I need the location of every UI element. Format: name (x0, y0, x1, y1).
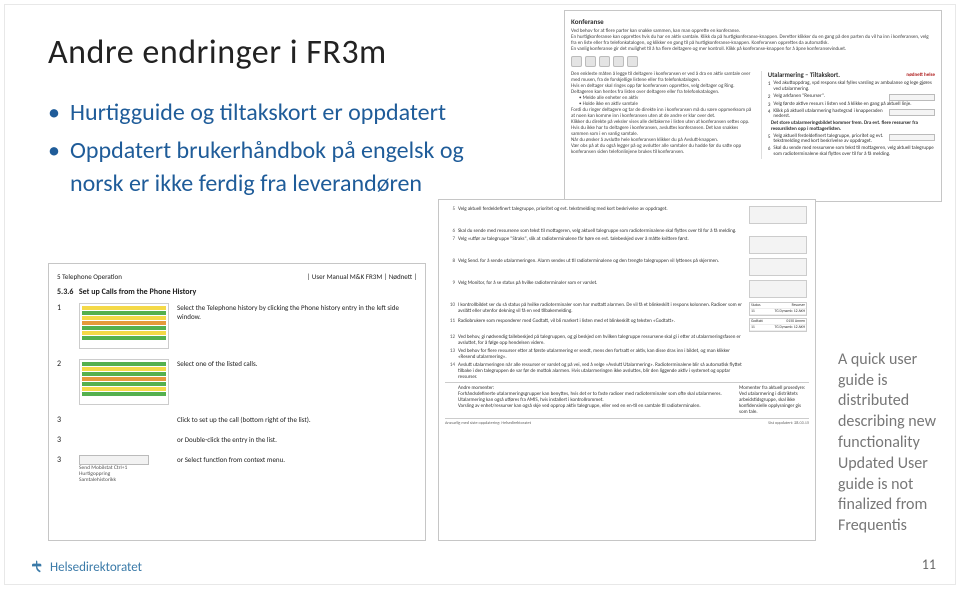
step-text: Velg Monitor, for å se status på hvilke … (458, 280, 746, 286)
step-num: 1 (768, 81, 771, 87)
step-text: Velg Send. for å sende utalarmeringen. A… (458, 258, 746, 264)
step-text: I kontrollbildet ser du så status på hvi… (458, 302, 746, 314)
step-text: Velg «utfør av talegruppe "Straks", slik… (458, 236, 746, 242)
step-text: Ved akuttoppdrag, vpd respons skal fylle… (773, 81, 935, 93)
status-table: StatusResurser11TG Dynamic 12 AKH (749, 302, 807, 316)
step-text: Skal du sende med ressursene som tekst t… (773, 146, 935, 158)
mini-ui-box (749, 280, 807, 298)
doc-a-right-col: Utalarmering – Tiltakskort. nødnett hels… (761, 71, 935, 159)
mini-ui-box (889, 134, 935, 141)
manual-step-num: 3 (57, 415, 71, 425)
bullet-2: Oppdatert brukerhåndbok på engelsk og no… (48, 135, 468, 200)
doc-a-left-step-1: En hurtigkonferanse kan opprettes hvis d… (571, 34, 935, 46)
toolbar-icon (613, 56, 624, 67)
manual-step-num: 1 (57, 303, 71, 313)
mini-ui-box (889, 94, 935, 101)
step-text: Det store utalarmeringsbildet kommer fre… (771, 121, 935, 133)
step-text: Velg arkfanen "Resurser". (773, 94, 886, 100)
step-num: 12 (445, 334, 455, 340)
context-menu-icon (79, 455, 149, 465)
toolbar-icon (627, 56, 638, 67)
step-text: Avslutt utalarmeringen når alle ressurse… (458, 362, 746, 380)
step-text: Velg aktuell ferdeldefinert talegruppe, … (773, 134, 886, 146)
step-num: 10 (445, 302, 455, 308)
caption-line-2: Updated User guide is not finalized from… (838, 454, 942, 537)
manual-step-text: Select the Telephone history by clicking… (177, 303, 417, 321)
doc-a-left-p: Vær obs på at du også legger på og avslu… (571, 143, 755, 155)
nodnett-logo: nødnett helse (906, 72, 935, 78)
manual-step-text: or Double-click the entry in the list. (177, 435, 417, 444)
helsedirektoratet-logo: Helsedirektoratet (28, 559, 142, 575)
bullet-list: Hurtigguide og tiltakskort er oppdatert … (48, 97, 468, 200)
section-title: Set up Calls from the Phone History (79, 287, 196, 297)
doc-a-left-step-2: En vanlig konferanse gir det mulighet ti… (571, 46, 935, 52)
doc-a-left-col: Den enkleste måten å legge til deltagere… (571, 71, 755, 159)
manual-step-num: 3 (57, 455, 71, 465)
manual-step-text: Select one of the listed calls. (177, 359, 417, 368)
doc-a-left-p: Hvis en deltager skal ringes opp før kon… (571, 83, 755, 95)
step-text: Ved behov, gi nødvendig tallebeskjed på … (458, 334, 746, 346)
section-number: 5.3.6 (57, 287, 73, 297)
step-text: Skal du sende med ressursene som tekst t… (458, 228, 746, 234)
toolbar-icon (585, 56, 596, 67)
step-num: 6 (445, 228, 455, 234)
step-num: 5 (445, 206, 455, 212)
manual-screenshot (79, 359, 169, 405)
doc-footer-right: Momenter fra aktuell prosedyre: Ved utal… (739, 385, 809, 415)
mini-ui-box (749, 206, 807, 224)
doc-thumbnail-user-manual: 5 Telephone Operation | User Manual M&K … (48, 263, 426, 541)
footer-org-name: Helsedirektoratet (50, 560, 142, 575)
manual-step-num: 3 (57, 435, 71, 445)
step-num: 8 (445, 258, 455, 264)
step-num: 7 (445, 236, 455, 242)
manual-step-text: or Select function from context menu. (177, 455, 417, 464)
doc-meta-right: Sist oppdatert: 28.03.15 (768, 421, 809, 426)
manual-step-num: 2 (57, 359, 71, 369)
doc-a-title: Konferanse (571, 17, 935, 26)
mini-ui-box (749, 236, 807, 254)
doc-a-left-p: Hvis du ikke har to deltagere i konferan… (571, 125, 755, 137)
step-num: 14 (445, 362, 455, 368)
caption-block: A quick user guide is distributed descri… (828, 350, 942, 541)
step-text: Radiobrukere som responderer med Godtatt… (458, 318, 746, 324)
step-num: 2 (768, 94, 771, 100)
step-num: 9 (445, 280, 455, 286)
manual-screenshot (79, 303, 169, 349)
doc-meta-left: Ansvarlig med siste oppdatering: Helsedi… (445, 421, 531, 426)
doc-a-left-p: Fordi du ringer deltagere og tar de dire… (571, 107, 755, 119)
step-num: 5 (768, 134, 771, 140)
toolbar-icon (599, 56, 610, 67)
step-num: 4 (768, 109, 771, 115)
page-number: 11 (922, 556, 936, 573)
doc-a-right-header: Utalarmering – Tiltakskort. (768, 71, 840, 79)
doc-thumbnail-tiltakskort-cont: 5Velg aktuell ferdeldefinert talegruppe,… (438, 199, 816, 541)
step-text: Ved behov for flere ressurser etter at f… (458, 348, 746, 360)
manual-header-right: | User Manual M&K FR3M | Nødnett | (307, 272, 417, 281)
step-text: Klikk på aktuell utalarmering hastegrad … (773, 109, 886, 121)
toolbar-icon (571, 56, 582, 67)
step-num: 3 (768, 102, 771, 108)
mini-ui-box (889, 109, 935, 116)
step-num: 11 (445, 318, 455, 324)
step-num: 13 (445, 348, 455, 354)
manual-header-left: 5 Telephone Operation (57, 272, 122, 281)
manual-step-text: Click to set up the call (bottom right o… (177, 415, 417, 424)
doc-footer-left: Andre momenter: Forhåndsdefinerte utalar… (458, 385, 736, 409)
status-table: Godtatt0150 Annen11TG Dynamic 12 AKH (749, 318, 807, 332)
step-text: Velg aktuell ferdeldefinert talegruppe, … (458, 206, 746, 212)
step-num: 6 (768, 146, 771, 152)
doc-a-left-p: Den enkleste måten å legge til deltagere… (571, 71, 755, 83)
mini-ui-box (749, 258, 807, 276)
caption-line-1: A quick user guide is distributed descri… (838, 350, 942, 454)
ctx-menu-item: Samtalehistorikk (79, 477, 116, 483)
helsedirektoratet-mark-icon (28, 559, 44, 575)
step-text: Velg første aktive ressurs i listen ved … (773, 102, 935, 108)
bullet-1: Hurtigguide og tiltakskort er oppdatert (48, 97, 468, 129)
doc-thumbnail-konferanse: Konferanse Ved behov for at flere parter… (564, 10, 942, 202)
